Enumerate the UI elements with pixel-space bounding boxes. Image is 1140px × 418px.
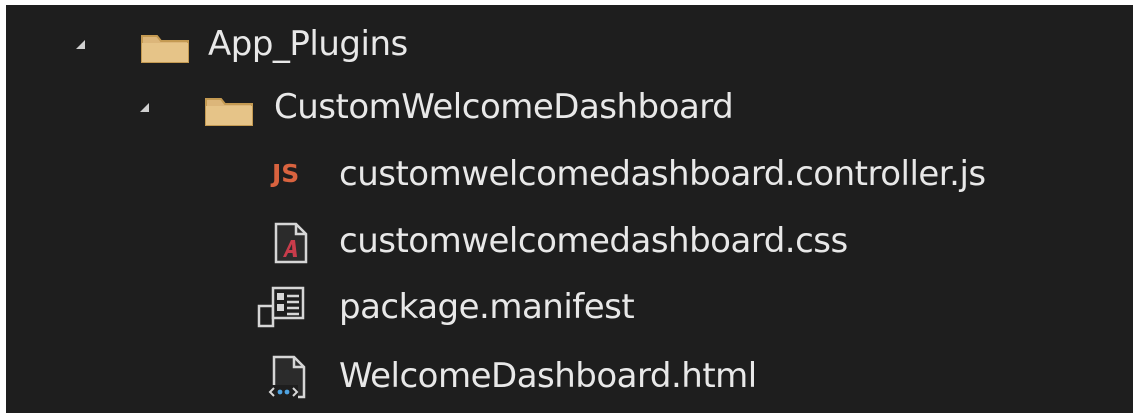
expand-arrow-icon[interactable]: [76, 40, 85, 49]
tree-item-label: CustomWelcomeDashboard: [274, 87, 734, 127]
tree-item-label: App_Plugins: [208, 24, 408, 64]
tree-item-customwelcomedashboard[interactable]: CustomWelcomeDashboard: [6, 78, 1133, 136]
tree-item-label: WelcomeDashboard.html: [339, 356, 757, 396]
tree-item-controller-js[interactable]: JS customwelcomedashboard.controller.js: [6, 145, 1133, 203]
manifest-file-icon: [257, 286, 305, 328]
tree-item-app-plugins[interactable]: App_Plugins: [6, 15, 1133, 73]
tree-item-package-manifest[interactable]: package.manifest: [6, 278, 1133, 336]
tree-item-label: customwelcomedashboard.controller.js: [339, 154, 986, 194]
html-file-icon: [268, 355, 306, 399]
css-file-icon: [274, 222, 308, 264]
tree-item-css[interactable]: customwelcomedashboard.css: [6, 212, 1133, 270]
tree-item-label: package.manifest: [339, 287, 635, 327]
folder-icon: [141, 35, 189, 63]
tree-item-welcomedashboard-html[interactable]: WelcomeDashboard.html: [6, 347, 1133, 405]
solution-explorer-tree: App_Plugins CustomWelcomeDashboard JS cu…: [6, 5, 1133, 413]
javascript-file-icon: JS: [272, 159, 300, 188]
folder-icon: [205, 98, 253, 126]
expand-arrow-icon[interactable]: [140, 103, 149, 112]
tree-item-label: customwelcomedashboard.css: [339, 221, 848, 261]
